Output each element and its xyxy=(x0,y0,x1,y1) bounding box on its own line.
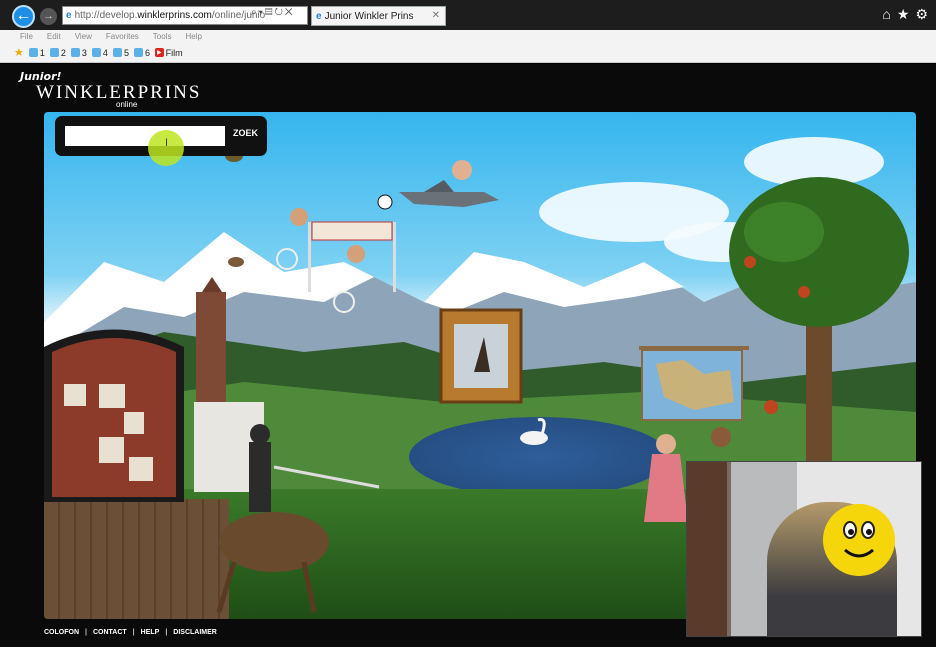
favorite-item-3[interactable]: 3 xyxy=(70,47,87,58)
winklerprins-logo[interactable]: Junior! WINKLERPRINS online xyxy=(20,70,199,109)
menu-file[interactable]: File xyxy=(20,32,33,41)
close-tab-icon[interactable]: ✕ xyxy=(432,10,440,21)
favorites-star-icon[interactable]: ★ xyxy=(897,6,910,23)
page-icon xyxy=(70,48,80,57)
page-icon xyxy=(133,48,143,57)
tab-junior-winkler-prins[interactable]: e Junior Winkler Prins ✕ xyxy=(311,6,446,26)
search-input[interactable] xyxy=(65,126,225,146)
refresh-icon[interactable]: ↻ xyxy=(274,7,284,18)
logo-online: online xyxy=(116,100,138,109)
menu-edit[interactable]: Edit xyxy=(47,32,61,41)
footer-link-colofon[interactable]: COLOFON xyxy=(44,629,79,636)
favorite-item-film[interactable]: ▶ Film xyxy=(154,47,183,58)
ie-tab-icon: e xyxy=(316,10,322,22)
bird-link[interactable] xyxy=(225,150,244,267)
menu-tools[interactable]: Tools xyxy=(153,32,172,41)
gear-icon[interactable]: ⚙ xyxy=(915,6,928,23)
door-photos-link[interactable] xyxy=(44,329,184,503)
ie-page-icon: e xyxy=(66,10,72,21)
stop-icon[interactable]: ✕ xyxy=(285,7,295,18)
favorites-bar: ★ 1 2 3 4 5 6 ▶ Film xyxy=(0,43,936,63)
tab-title: Junior Winkler Prins xyxy=(324,10,414,22)
footer-links: COLOFON | CONTACT | HELP | DISCLAIMER xyxy=(44,629,217,636)
page-icon xyxy=(28,48,38,57)
favorite-label: 4 xyxy=(102,47,108,58)
favorite-label: 2 xyxy=(60,47,66,58)
favorite-label: 3 xyxy=(81,47,87,58)
footer-link-help[interactable]: HELP xyxy=(141,629,160,636)
favorite-item-6[interactable]: 6 xyxy=(133,47,150,58)
search-icon[interactable]: ⌕ xyxy=(251,7,259,18)
fighter-jet-link[interactable] xyxy=(399,160,499,207)
forward-arrow-icon: → xyxy=(43,10,54,22)
footer-separator: | xyxy=(132,629,135,636)
favorite-item-5[interactable]: 5 xyxy=(112,47,129,58)
youtube-icon: ▶ xyxy=(154,48,164,57)
page-icon xyxy=(91,48,101,57)
favorite-label: 1 xyxy=(39,47,45,58)
text-cursor-icon: I xyxy=(165,137,169,149)
url-prefix: http://develop. xyxy=(74,10,138,21)
menu-help[interactable]: Help xyxy=(185,32,201,41)
compat-icon[interactable]: ▤ xyxy=(265,7,275,18)
page-icon xyxy=(49,48,59,57)
address-tools[interactable]: ⌕▾▤↻✕ xyxy=(251,7,295,18)
favorite-item-2[interactable]: 2 xyxy=(49,47,66,58)
chrome-right-icons: ⌂ ★ ⚙ xyxy=(882,6,928,23)
favorite-item-4[interactable]: 4 xyxy=(91,47,108,58)
menu-bar: File Edit View Favorites Tools Help xyxy=(0,30,936,43)
back-arrow-icon: ← xyxy=(15,7,32,24)
footer-separator: | xyxy=(85,629,87,636)
url-domain: winklerprins.com xyxy=(137,10,212,21)
favorites-add-icon[interactable]: ★ xyxy=(14,46,24,59)
menu-favorites[interactable]: Favorites xyxy=(106,32,139,41)
favorite-item-1[interactable]: 1 xyxy=(28,47,45,58)
search-button[interactable]: ZOEK xyxy=(233,128,258,138)
home-icon[interactable]: ⌂ xyxy=(882,6,890,23)
framed-painting-link[interactable] xyxy=(439,308,523,404)
browser-titlebar: ← → e http://develop. winklerprins.com /… xyxy=(0,0,936,30)
swan-link[interactable] xyxy=(520,418,548,445)
back-button[interactable]: ← xyxy=(12,5,35,28)
footer-link-disclaimer[interactable]: DISCLAIMER xyxy=(173,629,217,636)
webcam-overlay xyxy=(686,461,922,637)
footer-link-contact[interactable]: CONTACT xyxy=(93,629,127,636)
favorite-label: 5 xyxy=(123,47,129,58)
smiley-face-icon xyxy=(823,504,895,576)
boy-child-link[interactable] xyxy=(711,427,731,447)
page-icon xyxy=(112,48,122,57)
favorite-label: Film xyxy=(165,47,183,58)
favorite-label: 6 xyxy=(144,47,150,58)
girl-in-dress-link[interactable] xyxy=(644,434,688,522)
footer-separator: | xyxy=(165,629,168,636)
world-map-link[interactable] xyxy=(639,346,749,421)
forward-button[interactable]: → xyxy=(40,8,57,25)
menu-view[interactable]: View xyxy=(75,32,92,41)
finish-race-link[interactable] xyxy=(276,194,396,313)
